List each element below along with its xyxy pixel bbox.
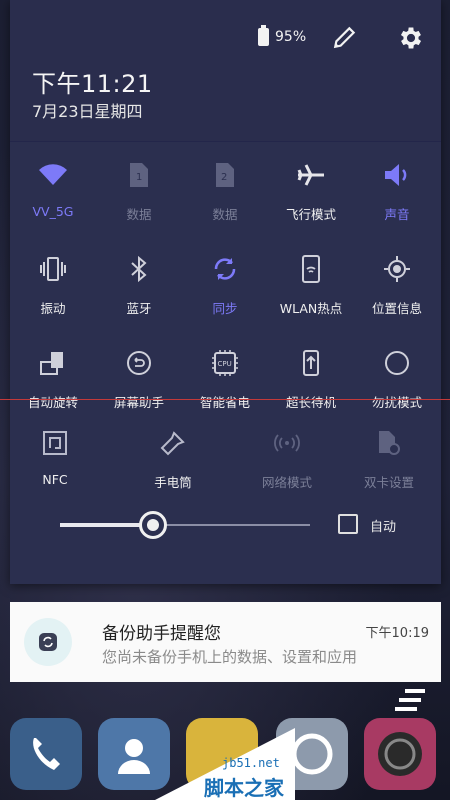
wifi-icon bbox=[39, 164, 67, 185]
contacts-app-icon[interactable] bbox=[98, 718, 170, 790]
toggle-label: NFC bbox=[42, 472, 68, 487]
svg-text:2: 2 bbox=[221, 172, 227, 183]
toggle-label: 数据 bbox=[126, 207, 152, 222]
toggle-row: NFC 手电筒 网络模式 双卡设置 bbox=[10, 418, 441, 512]
clock-date: 7月23日星期四 bbox=[32, 102, 143, 121]
toggle-label: 双卡设置 bbox=[363, 475, 414, 490]
toggle-do-not-disturb[interactable]: 勿扰模式 bbox=[354, 338, 440, 428]
toggle-label: 振动 bbox=[40, 301, 66, 316]
toggle-sound[interactable]: 声音 bbox=[354, 150, 440, 240]
watermark-site: jb51.net bbox=[222, 756, 280, 770]
nfc-icon bbox=[43, 431, 67, 455]
toggle-long-standby[interactable]: 超长待机 bbox=[268, 338, 354, 428]
toggle-label: 手电筒 bbox=[154, 475, 192, 490]
notification-body: 您尚未备份手机上的数据、设置和应用 bbox=[102, 648, 358, 666]
toggle-hotspot[interactable]: WLAN热点 bbox=[268, 244, 354, 334]
quick-settings-panel: 95% 下午11:21 7月23日星期四 VV_5G 1 数据 2 数据 飞行模… bbox=[10, 0, 441, 584]
vibrate-icon bbox=[40, 257, 66, 281]
toggle-bluetooth[interactable]: 蓝牙 bbox=[96, 244, 182, 334]
long-standby-icon bbox=[303, 350, 319, 376]
divider-line bbox=[0, 399, 450, 400]
network-mode-icon bbox=[274, 434, 300, 452]
volume-icon bbox=[385, 164, 407, 186]
toggle-label: 位置信息 bbox=[371, 301, 422, 316]
toggle-label: 超长待机 bbox=[285, 395, 336, 410]
toggle-label: 声音 bbox=[384, 207, 410, 222]
battery-icon bbox=[258, 25, 269, 46]
brightness-row: 自动 bbox=[10, 500, 441, 550]
toggle-nfc[interactable]: NFC bbox=[25, 418, 85, 508]
dual-sim-icon bbox=[379, 431, 400, 455]
notification-card[interactable]: 备份助手提醒您 下午10:19 您尚未备份手机上的数据、设置和应用 bbox=[10, 602, 441, 682]
camera-app-icon[interactable] bbox=[364, 718, 436, 790]
toggle-label: 智能省电 bbox=[199, 395, 250, 410]
backup-app-icon bbox=[24, 618, 72, 666]
phone-app-icon[interactable] bbox=[10, 718, 82, 790]
toggle-vibrate[interactable]: 振动 bbox=[10, 244, 96, 334]
flashlight-icon bbox=[160, 431, 185, 456]
sim1-icon: 1 bbox=[130, 163, 148, 187]
toggle-data-sim2[interactable]: 2 数据 bbox=[182, 150, 268, 240]
toggle-sync[interactable]: 同步 bbox=[182, 244, 268, 334]
toggle-label: 自动旋转 bbox=[27, 395, 78, 410]
panel-header: 95% 下午11:21 7月23日星期四 bbox=[10, 0, 441, 142]
cpu-icon-text: CPU bbox=[218, 360, 232, 368]
toggle-flashlight[interactable]: 手电筒 bbox=[130, 418, 216, 508]
screen-assistant-icon bbox=[127, 351, 151, 375]
cpu-icon: CPU bbox=[212, 350, 238, 376]
toggle-location[interactable]: 位置信息 bbox=[354, 244, 440, 334]
airplane-icon bbox=[297, 164, 324, 186]
auto-brightness-checkbox[interactable] bbox=[338, 514, 358, 534]
toggle-row: 自动旋转 屏幕助手 CPU 智能省电 超长待机 勿扰模式 bbox=[10, 338, 441, 418]
toggle-network-mode[interactable]: 网络模式 bbox=[244, 418, 330, 508]
toggle-wifi[interactable]: VV_5G bbox=[10, 150, 96, 240]
toggle-label: 飞行模式 bbox=[285, 207, 336, 222]
toggle-label: 网络模式 bbox=[261, 475, 312, 490]
toggle-airplane[interactable]: 飞行模式 bbox=[268, 150, 354, 240]
toggle-label: VV_5G bbox=[32, 204, 74, 219]
toggle-dual-sim-settings[interactable]: 双卡设置 bbox=[346, 418, 432, 508]
clock-time: 下午11:21 bbox=[32, 70, 153, 98]
toggle-label: WLAN热点 bbox=[279, 301, 343, 316]
toggle-auto-rotate[interactable]: 自动旋转 bbox=[10, 338, 96, 428]
quick-toggle-grid: VV_5G 1 数据 2 数据 飞行模式 声音 振动 蓝牙 同步 WLAN热点 … bbox=[10, 150, 441, 512]
battery-status: 95% bbox=[258, 25, 307, 46]
clear-notifications-icon[interactable] bbox=[393, 688, 427, 714]
toggle-label: 数据 bbox=[212, 207, 238, 222]
auto-brightness-label: 自动 bbox=[370, 520, 397, 535]
toggle-smart-power[interactable]: CPU 智能省电 bbox=[182, 338, 268, 428]
toggle-screen-assistant[interactable]: 屏幕助手 bbox=[96, 338, 182, 428]
toggle-data-sim1[interactable]: 1 数据 bbox=[96, 150, 182, 240]
notification-title: 备份助手提醒您 bbox=[102, 624, 221, 644]
rotate-icon bbox=[40, 352, 63, 375]
location-icon bbox=[384, 256, 410, 282]
bluetooth-icon bbox=[131, 256, 147, 282]
toggle-label: 蓝牙 bbox=[126, 301, 152, 316]
sync-icon bbox=[214, 258, 236, 280]
toggle-row: VV_5G 1 数据 2 数据 飞行模式 声音 bbox=[10, 150, 441, 244]
toggle-label: 屏幕助手 bbox=[113, 395, 164, 410]
battery-level: 95% bbox=[275, 29, 307, 45]
sim2-icon: 2 bbox=[216, 163, 234, 187]
toggle-row: 振动 蓝牙 同步 WLAN热点 位置信息 bbox=[10, 244, 441, 338]
svg-text:1: 1 bbox=[136, 172, 142, 183]
brightness-thumb[interactable] bbox=[138, 511, 167, 539]
toggle-label: 勿扰模式 bbox=[371, 395, 422, 410]
watermark-name: 脚本之家 bbox=[204, 776, 284, 800]
edit-icon[interactable] bbox=[332, 24, 358, 50]
notification-time: 下午10:19 bbox=[365, 626, 429, 641]
hotspot-icon bbox=[302, 255, 320, 283]
gear-icon[interactable] bbox=[397, 24, 425, 52]
do-not-disturb-icon bbox=[385, 351, 409, 375]
toggle-label: 同步 bbox=[212, 301, 238, 316]
